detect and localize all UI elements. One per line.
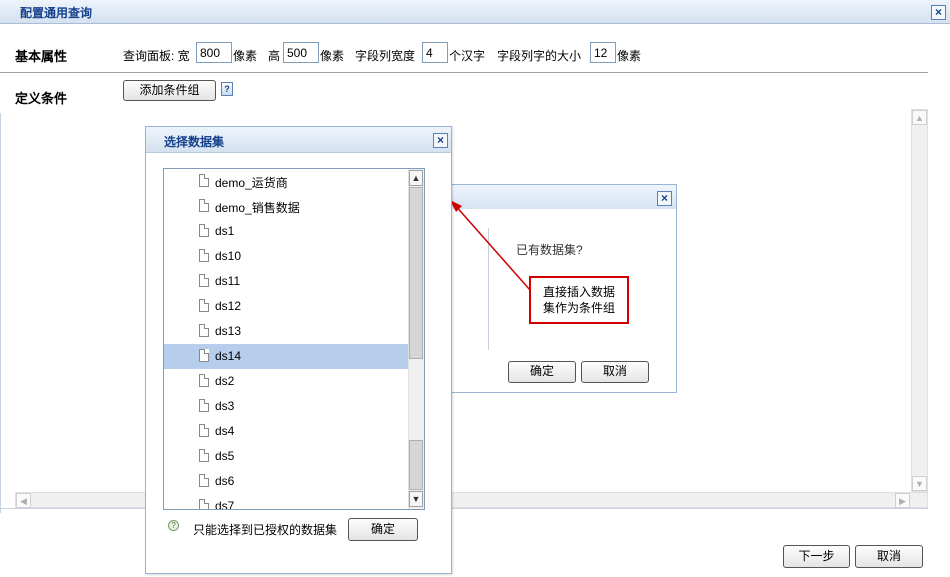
panel-height-label: 高	[268, 49, 281, 63]
dataset-hint: 只能选择到已授权的数据集	[193, 523, 338, 537]
next-step-button[interactable]: 下一步	[783, 545, 850, 568]
panel-height-unit: 像素	[320, 49, 345, 63]
file-icon	[199, 349, 209, 362]
column-font-size-input[interactable]	[590, 42, 616, 63]
scroll-up-arrow-icon[interactable]: ▲	[912, 110, 927, 125]
dataset-list-item[interactable]: ds5	[164, 444, 408, 469]
dataset-list-item-label: ds3	[215, 399, 235, 413]
dataset-list-item[interactable]: ds6	[164, 469, 408, 494]
close-icon[interactable]: ×	[931, 5, 946, 20]
main-title-bar	[0, 0, 950, 24]
dataset-list-item[interactable]: ds10	[164, 244, 408, 269]
dataset-dialog-title: 选择数据集	[164, 135, 225, 149]
file-icon	[199, 274, 209, 287]
panel-width-unit: 像素	[233, 49, 258, 63]
dataset-list-item[interactable]: demo_销售数据	[164, 194, 408, 219]
dataset-list-item-label: demo_销售数据	[215, 201, 300, 215]
dataset-list-scroll-down-icon[interactable]: ▼	[409, 491, 423, 507]
panel-width-label: 查询面板: 宽	[123, 49, 190, 63]
annotation-arrow-icon	[450, 200, 531, 291]
column-font-size-label: 字段列字的大小	[497, 49, 582, 63]
column-width-unit: 个汉字	[449, 49, 486, 63]
file-icon	[199, 399, 209, 412]
dataset-list-item-label: ds12	[215, 299, 242, 313]
dataset-list-scroll-thumb[interactable]	[409, 187, 423, 359]
footer-cancel-button[interactable]: 取消	[855, 545, 923, 568]
annotation-line-2: 集作为条件组	[542, 301, 615, 315]
help-icon[interactable]: ?	[221, 82, 233, 96]
scroll-down-arrow-icon[interactable]: ▼	[912, 476, 927, 491]
scroll-left-arrow-icon[interactable]: ◀	[16, 493, 31, 508]
file-icon	[199, 199, 209, 212]
confirm-dialog-close-icon[interactable]: ×	[657, 191, 672, 206]
define-conditions-label: 定义条件	[15, 91, 68, 106]
column-width-label: 字段列宽度	[355, 49, 416, 63]
dataset-list-item[interactable]: ds11	[164, 269, 408, 294]
dataset-list-item[interactable]: ds13	[164, 319, 408, 344]
dataset-list-item-label: ds11	[215, 274, 241, 288]
dataset-list-item[interactable]: ds2	[164, 369, 408, 394]
confirm-dialog-cancel-button[interactable]: 取消	[581, 361, 649, 383]
dataset-list-scroll-track[interactable]	[409, 440, 423, 490]
dataset-list-item[interactable]: ds12	[164, 294, 408, 319]
dataset-list-item[interactable]: ds4	[164, 419, 408, 444]
dataset-list-item[interactable]: ds3	[164, 394, 408, 419]
panel-height-input[interactable]	[283, 42, 319, 63]
section-divider	[0, 72, 928, 73]
column-font-size-unit: 像素	[617, 49, 642, 63]
window-title: 配置通用查询	[20, 6, 93, 20]
dataset-list-item-label: ds14	[215, 349, 242, 363]
file-icon	[199, 249, 209, 262]
work-area-bottom-border	[0, 508, 928, 509]
annotation-line-1: 直接插入数据	[542, 285, 615, 299]
scroll-right-arrow-icon[interactable]: ▶	[895, 493, 910, 508]
dataset-list-item[interactable]: demo_运货商	[164, 169, 408, 194]
dataset-dialog-ok-button[interactable]: 确定	[348, 518, 418, 541]
file-icon	[199, 299, 209, 312]
dataset-list-item-label: ds13	[215, 324, 242, 338]
dataset-list-item-label: ds2	[215, 374, 235, 388]
dataset-list-item-label: ds10	[215, 249, 242, 263]
file-icon	[199, 474, 209, 487]
dataset-list-item-label: ds4	[215, 424, 235, 438]
file-icon	[199, 499, 209, 509]
file-icon	[199, 174, 209, 187]
dataset-list-item[interactable]: ds1	[164, 219, 408, 244]
work-area-border	[0, 113, 1, 513]
dataset-list-item-label: demo_运货商	[215, 176, 288, 190]
work-area-vertical-scrollbar[interactable]	[911, 109, 928, 492]
confirm-dialog-ok-button[interactable]: 确定	[508, 361, 576, 383]
dataset-list-item-label: ds7	[215, 499, 235, 509]
file-icon	[199, 424, 209, 437]
dataset-list-scroll-up-icon[interactable]: ▲	[409, 170, 423, 186]
dataset-list-item-label: ds6	[215, 474, 235, 488]
dataset-list-item[interactable]: ds7	[164, 494, 408, 509]
file-icon	[199, 224, 209, 237]
column-width-input[interactable]	[422, 42, 448, 63]
dataset-list-item[interactable]: ds14	[164, 344, 408, 369]
basic-attributes-label: 基本属性	[15, 49, 68, 64]
info-icon: ?	[168, 520, 179, 531]
file-icon	[199, 324, 209, 337]
panel-width-input[interactable]	[196, 42, 232, 63]
dataset-list-item-label: ds1	[215, 224, 235, 238]
file-icon	[199, 374, 209, 387]
add-condition-group-button[interactable]: 添加条件组	[123, 80, 216, 101]
annotation-callout: 直接插入数据 集作为条件组	[529, 276, 629, 324]
dataset-dialog-close-icon[interactable]: ×	[433, 133, 448, 148]
file-icon	[199, 449, 209, 462]
dataset-list-item-label: ds5	[215, 449, 235, 463]
